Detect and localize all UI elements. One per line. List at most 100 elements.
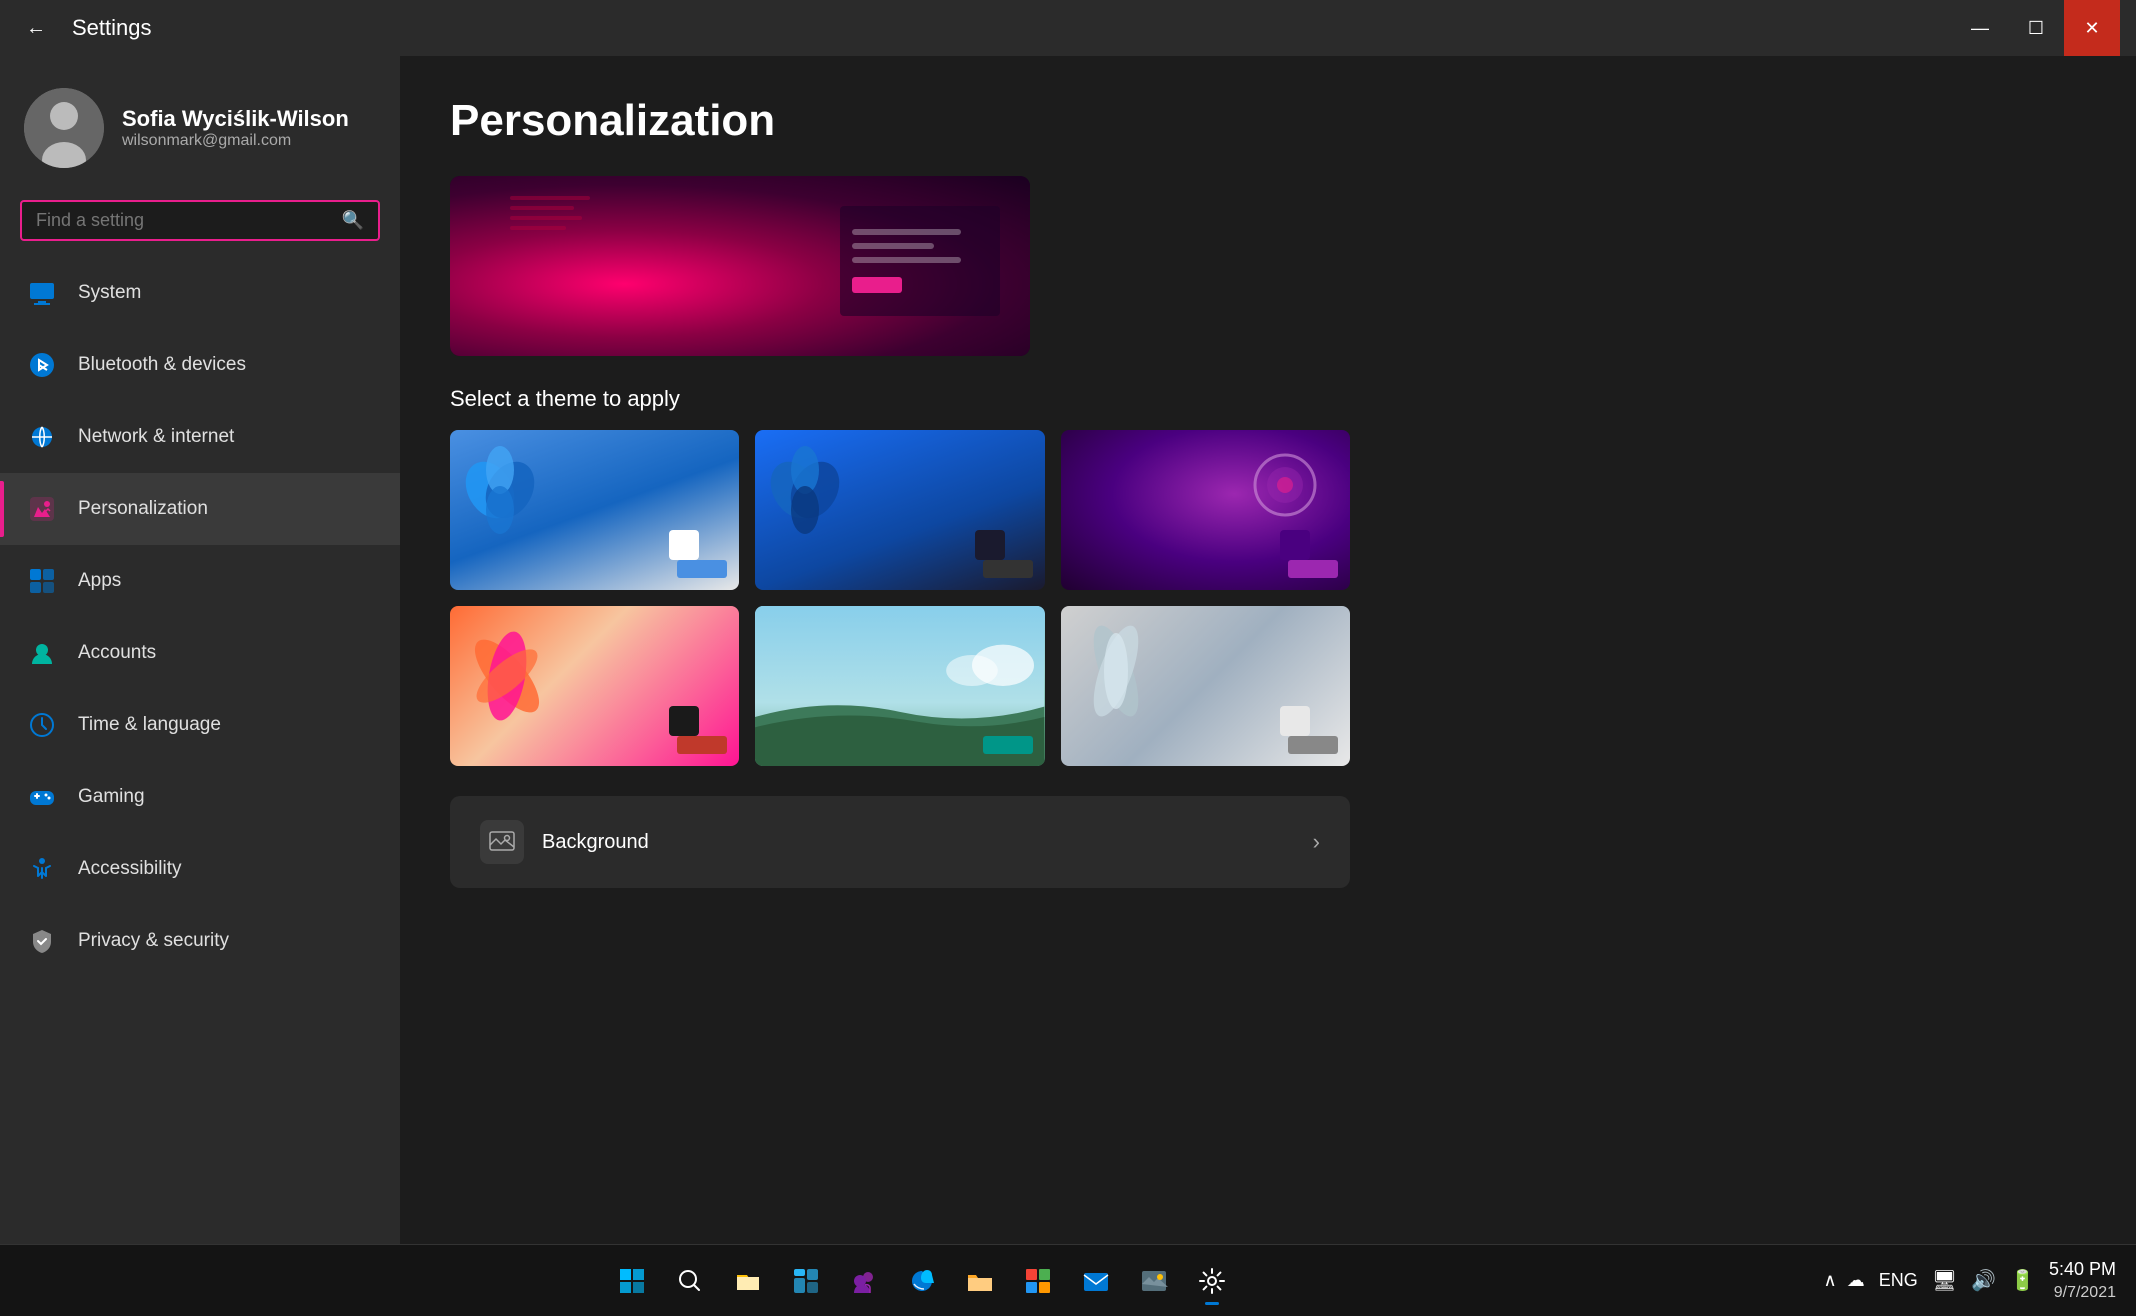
theme-1-bg (450, 430, 739, 590)
start-button[interactable] (606, 1255, 658, 1307)
tray-chevron[interactable]: ∧ (1824, 1270, 1837, 1291)
theme-1-taskbar (669, 530, 699, 560)
theme-6-badge (1288, 736, 1338, 754)
user-email: wilsonmark@gmail.com (122, 132, 349, 150)
sidebar-item-personalization[interactable]: Personalization (0, 473, 400, 545)
theme-2-badge (983, 560, 1033, 578)
theme-4-badge (677, 736, 727, 754)
bluetooth-icon (24, 347, 60, 383)
theme-card-landscape[interactable] (755, 606, 1044, 766)
theme-6-taskbar (1280, 706, 1310, 736)
window-controls: — ☐ ✕ (1952, 0, 2120, 56)
sidebar-item-network[interactable]: Network & internet (0, 401, 400, 473)
overlay-button (852, 277, 902, 293)
content-area: Personalization (400, 56, 2136, 1244)
taskbar-fileexplorer-button[interactable] (722, 1255, 774, 1307)
sidebar-item-apps[interactable]: Apps (0, 545, 400, 617)
sidebar-item-label-accounts: Accounts (78, 642, 156, 664)
page-title: Personalization (450, 96, 2086, 146)
search-box[interactable]: 🔍 (20, 200, 380, 241)
background-left: Background (480, 820, 649, 864)
network-icon (24, 419, 60, 455)
sidebar-item-label-apps: Apps (78, 570, 121, 592)
sidebar: Sofia Wyciślik-Wilson wilsonmark@gmail.c… (0, 56, 400, 1244)
taskbar-photos-button[interactable] (1128, 1255, 1180, 1307)
taskbar-mail-button[interactable] (1070, 1255, 1122, 1307)
clock-time: 5:40 PM (2049, 1257, 2116, 1282)
taskbar-teams-button[interactable] (838, 1255, 890, 1307)
sidebar-item-bluetooth[interactable]: Bluetooth & devices (0, 329, 400, 401)
taskbar: ∧ ☁ ENG 🖥 🔊 🔋 5:40 PM 9/7/2021 (0, 1244, 2136, 1316)
apps-icon (24, 563, 60, 599)
taskbar-widgets-button[interactable] (780, 1255, 832, 1307)
sidebar-item-label-time: Time & language (78, 714, 221, 736)
theme-3-taskbar (1280, 530, 1310, 560)
background-label: Background (542, 831, 649, 854)
sidebar-item-accessibility[interactable]: Accessibility (0, 833, 400, 905)
tray-battery-icon[interactable]: 🔋 (2010, 1268, 2035, 1293)
tray-cloud-icon: ☁ (1847, 1270, 1865, 1291)
chevron-right-icon: › (1313, 829, 1320, 855)
theme-4-bg (450, 606, 739, 766)
sidebar-item-system[interactable]: System (0, 257, 400, 329)
tray-lang[interactable]: ENG (1879, 1270, 1918, 1291)
taskbar-store-button[interactable] (1012, 1255, 1064, 1307)
taskbar-search-button[interactable] (664, 1255, 716, 1307)
theme-3-badge (1288, 560, 1338, 578)
theme-card-glow[interactable] (1061, 430, 1350, 590)
clock-date: 9/7/2021 (2049, 1282, 2116, 1304)
overlay-line-3 (852, 257, 961, 263)
time-icon (24, 707, 60, 743)
clock[interactable]: 5:40 PM 9/7/2021 (2049, 1257, 2116, 1305)
win11-flower-light (460, 440, 540, 540)
sidebar-item-accounts[interactable]: Accounts (0, 617, 400, 689)
theme-grid (450, 430, 1350, 766)
sidebar-item-label-privacy: Privacy & security (78, 930, 229, 952)
theme-card-bloom[interactable] (450, 606, 739, 766)
theme-card-windows-light[interactable] (450, 430, 739, 590)
personalization-icon (24, 491, 60, 527)
bloom-flower (465, 621, 550, 731)
theme-card-flow[interactable] (1061, 606, 1350, 766)
tray-volume-icon[interactable]: 🔊 (1971, 1268, 1996, 1293)
theme-4-taskbar (669, 706, 699, 736)
theme-2-bg (755, 430, 1044, 590)
sidebar-item-gaming[interactable]: Gaming (0, 761, 400, 833)
flow-feather (1071, 616, 1161, 726)
glow-circle (1250, 450, 1320, 520)
theme-section-title: Select a theme to apply (450, 386, 2086, 412)
taskbar-edge-button[interactable] (896, 1255, 948, 1307)
sidebar-item-time[interactable]: Time & language (0, 689, 400, 761)
tray-monitor-icon[interactable]: 🖥 (1932, 1268, 1957, 1293)
sidebar-item-label-personalization: Personalization (78, 498, 208, 520)
back-button[interactable]: ← (16, 8, 56, 48)
sidebar-item-privacy[interactable]: Privacy & security (0, 905, 400, 977)
sidebar-item-label-network: Network & internet (78, 426, 234, 448)
taskbar-folder-button[interactable] (954, 1255, 1006, 1307)
wallpaper-taskbar-overlay (840, 206, 1000, 316)
title-bar: ← Settings — ☐ ✕ (0, 0, 2136, 56)
theme-5-badge (983, 736, 1033, 754)
user-profile[interactable]: Sofia Wyciślik-Wilson wilsonmark@gmail.c… (0, 56, 400, 192)
taskbar-apps (20, 1255, 1824, 1307)
accounts-icon (24, 635, 60, 671)
user-name: Sofia Wyciślik-Wilson (122, 106, 349, 132)
theme-card-windows-dark[interactable] (755, 430, 1044, 590)
user-info: Sofia Wyciślik-Wilson wilsonmark@gmail.c… (122, 106, 349, 150)
accessibility-icon (24, 851, 60, 887)
theme-3-bg (1061, 430, 1350, 590)
background-section[interactable]: Background › (450, 796, 1350, 888)
maximize-button[interactable]: ☐ (2008, 0, 2064, 56)
close-button[interactable]: ✕ (2064, 0, 2120, 56)
wallpaper-background (450, 176, 1030, 356)
overlay-line-2 (852, 243, 934, 249)
gaming-icon (24, 779, 60, 815)
win11-flower-dark (765, 440, 845, 540)
search-input[interactable] (36, 210, 332, 231)
taskbar-settings-button[interactable] (1186, 1255, 1238, 1307)
search-icon: 🔍 (342, 210, 364, 231)
sidebar-item-label-accessibility: Accessibility (78, 858, 181, 880)
sidebar-item-label-system: System (78, 282, 141, 304)
system-icon (24, 275, 60, 311)
minimize-button[interactable]: — (1952, 0, 2008, 56)
